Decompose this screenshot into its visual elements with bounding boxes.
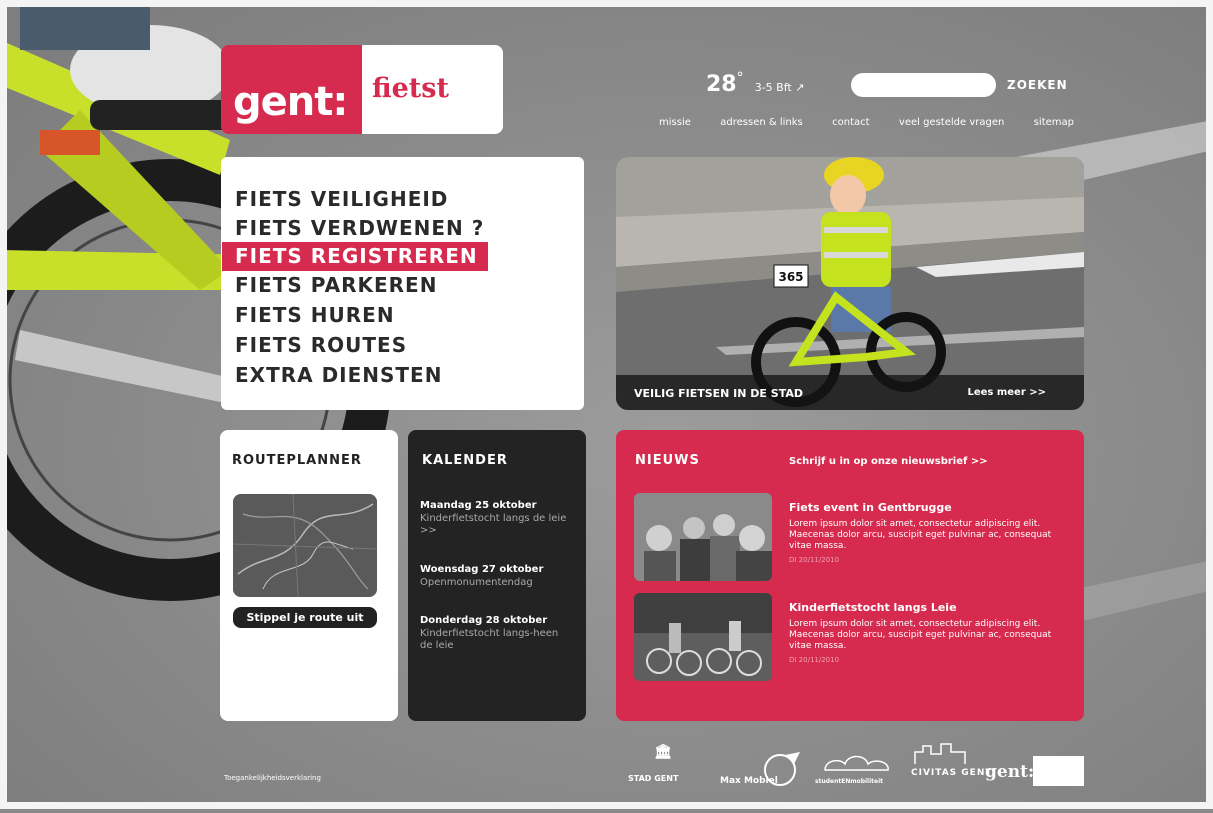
news-text: Kinderfietstocht langs Leie Lorem ipsum … xyxy=(789,601,1061,664)
calendar-event[interactable]: Maandag 25 oktober Kinderfietstocht lang… xyxy=(420,500,570,537)
calendar-event-desc: Kinderfietstocht langs-heen de leie xyxy=(420,628,559,651)
route-map-thumbnail[interactable] xyxy=(233,494,377,597)
calendar-event-date: Donderdag 28 oktober xyxy=(420,615,548,626)
weather-widget: 28° 3-5 Bft ↗ xyxy=(706,70,805,97)
partner-label: STAD GENT xyxy=(628,774,679,783)
toplink-faq[interactable]: veel gestelde vragen xyxy=(899,117,1004,128)
wind-info: 3-5 Bft ↗ xyxy=(754,81,805,94)
calendar-panel: KALENDER Maandag 25 oktober Kinderfietst… xyxy=(408,430,586,721)
stad-gent-building-icon: 🏛 xyxy=(654,744,672,760)
partner-label: studentENmobiliteit xyxy=(815,778,884,785)
calendar-heading: KALENDER xyxy=(422,453,508,468)
menu-item-verdwenen[interactable]: FIETS VERDWENEN ? xyxy=(235,214,484,243)
calendar-event[interactable]: Donderdag 28 oktober Kinderfietstocht la… xyxy=(420,615,570,652)
accessibility-link[interactable]: Toegankelijkheidsverklaring xyxy=(224,774,321,782)
partner-label: CIVITAS GENT xyxy=(911,768,993,778)
news-text: Fiets event in Gentbrugge Lorem ipsum do… xyxy=(789,501,1061,564)
main-menu: FIETS VEILIGHEID FIETS VERDWENEN ? FIETS… xyxy=(221,157,584,410)
toplink-adressen[interactable]: adressen & links xyxy=(720,117,802,128)
menu-item-parkeren[interactable]: FIETS PARKEREN xyxy=(235,271,437,300)
news-date: DI 20/11/2010 xyxy=(789,556,840,564)
search-button[interactable]: ZOEKEN xyxy=(1007,78,1068,92)
logo-gent-text: gent: xyxy=(233,79,348,125)
calendar-event-date: Maandag 25 oktober xyxy=(420,500,537,511)
menu-item-huren[interactable]: FIETS HUREN xyxy=(235,301,395,330)
calendar-event-desc: Openmonumentendag xyxy=(420,577,533,588)
cloud-icon xyxy=(824,755,889,771)
temperature: 28 xyxy=(706,72,737,97)
news-panel: NIEUWS Schrijf u in op onze nieuwsbrief … xyxy=(616,430,1084,721)
hero-photo: 365 xyxy=(616,157,1084,410)
news-body: Lorem ipsum dolor sit amet, consectetur … xyxy=(789,619,1052,651)
menu-item-registreren[interactable]: FIETS REGISTREREN xyxy=(222,242,488,271)
logo-gent-block: gent: xyxy=(221,45,362,134)
news-title[interactable]: Fiets event in Gentbrugge xyxy=(789,501,1061,514)
toplink-missie[interactable]: missie xyxy=(659,117,691,128)
calendar-event-date: Woensdag 27 oktober xyxy=(420,564,544,575)
news-item[interactable]: Fiets event in Gentbrugge Lorem ipsum do… xyxy=(634,493,1074,581)
top-navigation: missie adressen & links contact veel ges… xyxy=(659,117,1074,128)
routeplanner-heading: ROUTEPLANNER xyxy=(232,453,362,468)
degree-sign: ° xyxy=(736,70,744,86)
gent-logo-box xyxy=(1033,756,1084,786)
partner-label: gent: xyxy=(985,762,1035,782)
search-input[interactable] xyxy=(851,73,996,97)
civitas-skyline-icon xyxy=(914,743,966,764)
plan-route-button[interactable]: Stippel je route uit xyxy=(233,607,377,628)
toplink-contact[interactable]: contact xyxy=(832,117,869,128)
calendar-event-desc: Kinderfietstocht langs de leie >> xyxy=(420,513,567,536)
menu-item-extra-diensten[interactable]: EXTRA DIENSTEN xyxy=(235,361,442,390)
news-item[interactable]: Kinderfietstocht langs Leie Lorem ipsum … xyxy=(634,593,1074,681)
race-number: 365 xyxy=(778,270,803,284)
hero-title: VEILIG FIETSEN IN DE STAD xyxy=(634,387,803,400)
logo-fietst-text: fietst xyxy=(372,73,449,104)
news-body: Lorem ipsum dolor sit amet, consectetur … xyxy=(789,519,1052,551)
newsletter-subscribe-link[interactable]: Schrijf u in op onze nieuwsbrief >> xyxy=(789,456,988,467)
hero-caption: VEILIG FIETSEN IN DE STAD Lees meer >> xyxy=(616,375,1084,410)
news-heading: NIEUWS xyxy=(635,453,700,468)
max-mobiel-globe-icon xyxy=(764,752,800,786)
news-photo xyxy=(634,593,772,681)
news-title[interactable]: Kinderfietstocht langs Leie xyxy=(789,601,1061,614)
hero-banner[interactable]: 365 VEILIG FIETSEN IN DE STAD Lees meer … xyxy=(616,157,1084,410)
menu-item-routes[interactable]: FIETS ROUTES xyxy=(235,331,407,360)
logo[interactable]: gent: fietst xyxy=(221,45,503,134)
news-date: DI 20/11/2010 xyxy=(789,656,840,664)
toplink-sitemap[interactable]: sitemap xyxy=(1034,117,1074,128)
hero-read-more-link[interactable]: Lees meer >> xyxy=(967,387,1046,398)
menu-item-veiligheid[interactable]: FIETS VEILIGHEID xyxy=(235,185,448,214)
news-photo xyxy=(634,493,772,581)
routeplanner-panel: ROUTEPLANNER Stippel je route uit xyxy=(220,430,398,721)
logo-fietst-block: fietst xyxy=(362,45,503,134)
calendar-event[interactable]: Woensdag 27 oktober Openmonumentendag xyxy=(420,564,570,589)
